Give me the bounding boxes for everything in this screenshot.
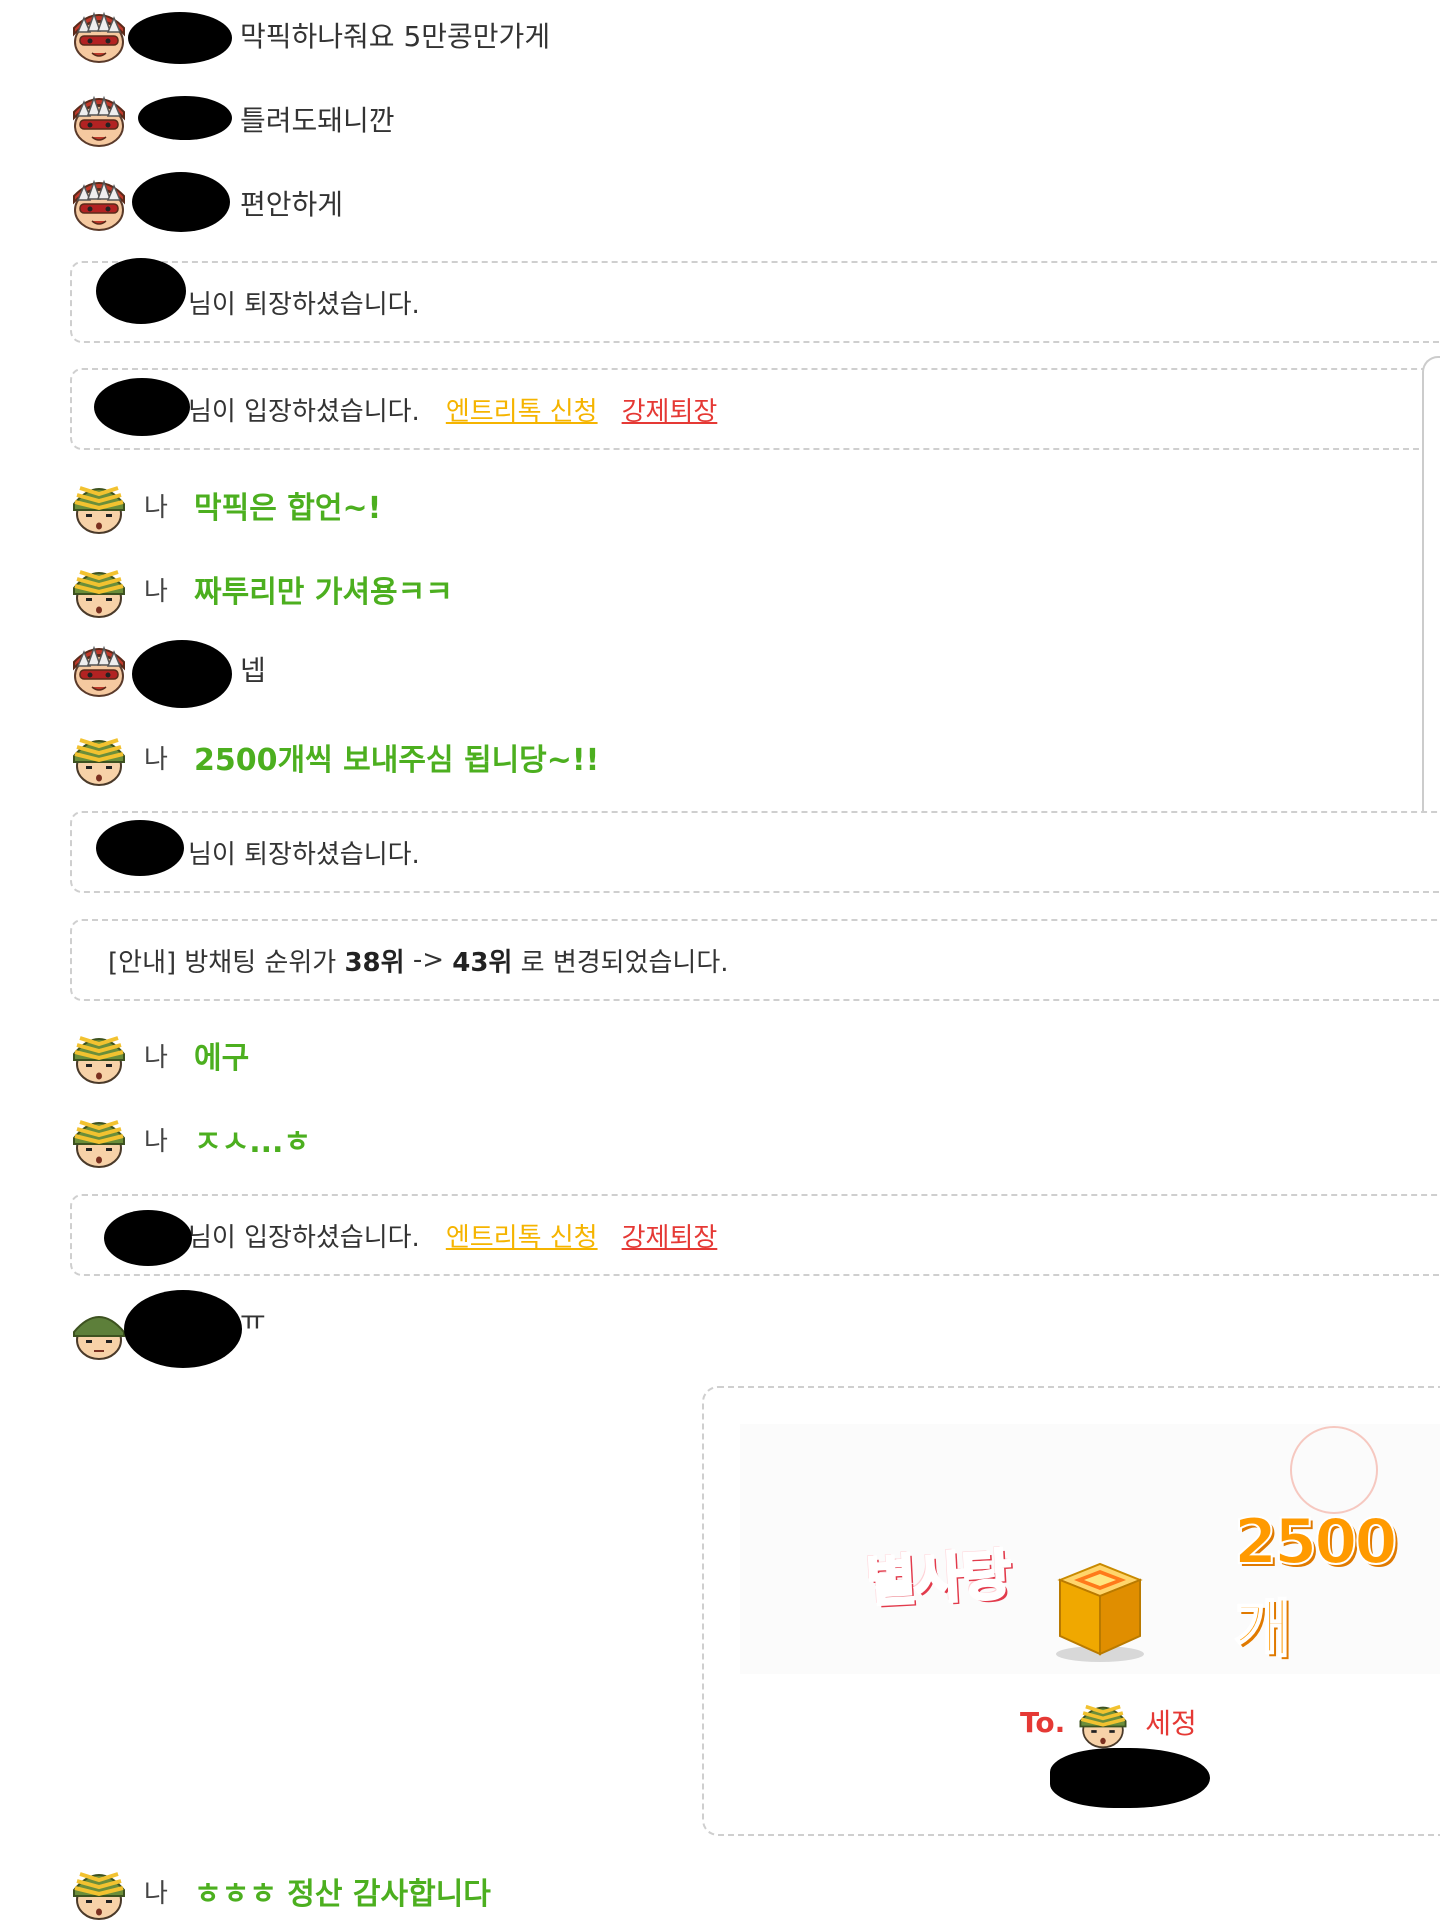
- notice-suffix: 로 변경되었습니다.: [512, 947, 729, 978]
- nickname: 나: [144, 1878, 168, 1909]
- avatar-soldier-icon[interactable]: [68, 1860, 130, 1922]
- message-text: 에구: [194, 1041, 250, 1076]
- chat-message-mine: 나 2500개씩 보내주심 됩니당~!!: [68, 726, 599, 788]
- rank-from: 38위: [344, 947, 405, 978]
- avatar-soldier-icon[interactable]: [68, 1024, 130, 1086]
- message-text: ㅠ: [240, 1304, 266, 1337]
- system-text: 님이 퇴장하셨습니다.: [188, 289, 420, 320]
- gift-recipient: To. 세정: [1020, 1694, 1197, 1750]
- chat-message-mine: 나 ㅎㅎㅎ 정산 감사합니다: [68, 1860, 491, 1922]
- gift-ring-decoration: [1290, 1426, 1378, 1514]
- redaction-mark: [128, 12, 232, 64]
- redaction-mark: [138, 96, 232, 140]
- notice-arrow: ->: [404, 945, 453, 975]
- gift-to-name: 세정: [1145, 1707, 1197, 1740]
- system-text: 님이 퇴장하셨습니다.: [188, 839, 420, 870]
- message-text: 틀려도돼니깐: [240, 104, 395, 137]
- rank-to: 43위: [452, 947, 513, 978]
- chat-message-mine: 나 에구: [68, 1024, 249, 1086]
- force-kick-link[interactable]: 강제퇴장: [622, 1217, 718, 1254]
- avatar-bandit-icon[interactable]: [68, 4, 130, 66]
- system-notice: 님이 입장하셨습니다. 엔트리톡 신청 강제퇴장: [70, 1194, 1440, 1276]
- system-notice: 님이 퇴장하셨습니다.: [70, 811, 1440, 893]
- message-text: ㅈㅅ...ㅎ: [194, 1125, 311, 1160]
- system-notice: 님이 퇴장하셨습니다.: [70, 261, 1440, 343]
- avatar-soldier-icon[interactable]: [68, 558, 130, 620]
- nickname: 나: [144, 1126, 168, 1157]
- chat-message-mine: 나 짜투리만 가셔용ㅋㅋ: [68, 558, 453, 620]
- avatar-bandit-icon[interactable]: [68, 172, 130, 234]
- chat-message-mine: 나 막픽은 합언~!: [68, 474, 381, 536]
- rank-notice: [안내] 방채팅 순위가 38위 -> 43위 로 변경되었습니다.: [70, 919, 1440, 1001]
- message-text: 넵: [240, 654, 266, 687]
- chat-message-mine: 나 ㅈㅅ...ㅎ: [68, 1108, 311, 1170]
- nickname: 나: [144, 1042, 168, 1073]
- avatar-soldier-icon: [1075, 1694, 1131, 1750]
- redaction-mark: [1050, 1748, 1210, 1808]
- nickname: 나: [144, 576, 168, 607]
- nickname: 나: [144, 744, 168, 775]
- scrollbar-thumb[interactable]: [1422, 356, 1440, 835]
- notice-prefix: [안내] 방채팅 순위가: [108, 947, 345, 978]
- message-text: 편안하게: [240, 188, 344, 221]
- redaction-mark: [104, 1210, 192, 1266]
- entry-talk-request-link[interactable]: 엔트리톡 신청: [446, 391, 598, 428]
- message-text: 2500개씩 보내주심 됩니당~!!: [194, 743, 600, 778]
- avatar-bandit-icon[interactable]: [68, 88, 130, 150]
- redaction-mark: [96, 820, 184, 876]
- avatar-soldier-icon[interactable]: [68, 1108, 130, 1170]
- nickname: 나: [144, 492, 168, 523]
- system-notice: 님이 입장하셨습니다. 엔트리톡 신청 강제퇴장: [70, 368, 1440, 450]
- redaction-mark: [94, 378, 190, 436]
- redaction-mark: [132, 172, 230, 232]
- system-text: 님이 입장하셨습니다.: [188, 396, 420, 427]
- gift-title: 별사탕: [863, 1542, 1012, 1615]
- redaction-mark: [96, 258, 186, 324]
- force-kick-link[interactable]: 강제퇴장: [622, 391, 718, 428]
- avatar-bandit-icon[interactable]: [68, 638, 130, 700]
- message-text: 막픽하나줘요 5만콩만가게: [240, 20, 551, 53]
- gift-box-icon: [1056, 1562, 1144, 1662]
- gift-to-label: To.: [1020, 1705, 1066, 1739]
- message-text: 막픽은 합언~!: [194, 491, 382, 526]
- message-text: ㅎㅎㅎ 정산 감사합니다: [194, 1877, 491, 1912]
- message-text: 짜투리만 가셔용ㅋㅋ: [194, 575, 453, 610]
- gift-count: 2500개: [1233, 1504, 1399, 1666]
- redaction-mark: [124, 1290, 242, 1368]
- avatar-soldier-icon[interactable]: [68, 474, 130, 536]
- system-text: 님이 입장하셨습니다.: [188, 1222, 420, 1253]
- avatar-soldier-icon[interactable]: [68, 726, 130, 788]
- avatar-soldier-plain-icon[interactable]: [68, 1300, 130, 1362]
- entry-talk-request-link[interactable]: 엔트리톡 신청: [446, 1217, 598, 1254]
- redaction-mark: [132, 640, 232, 708]
